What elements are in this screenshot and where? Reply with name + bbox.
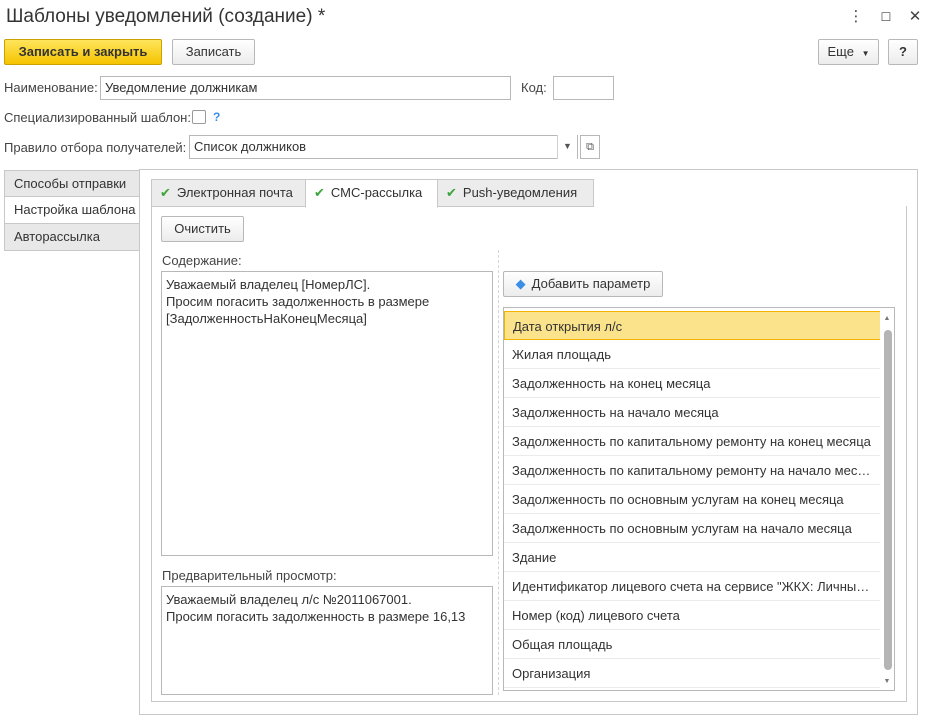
scroll-thumb[interactable]	[884, 330, 892, 670]
tab-push-label: Push-уведомления	[462, 185, 578, 200]
specialized-checkbox[interactable]	[192, 110, 206, 124]
list-item[interactable]: Организация	[504, 659, 882, 688]
clear-button[interactable]: Очистить	[161, 216, 244, 242]
more-button-label: Еще	[827, 44, 854, 59]
tab-email-label: Электронная почта	[176, 185, 293, 200]
rule-label: Правило отбора получателей:	[4, 140, 187, 155]
list-item[interactable]: Номер (код) лицевого счета	[504, 601, 882, 630]
code-field[interactable]	[553, 76, 614, 100]
rule-value: Список должников	[194, 139, 307, 154]
preview-text: Уважаемый владелец л/с №2011067001. Прос…	[161, 586, 493, 695]
tab-template-settings[interactable]: Настройка шаблона	[4, 197, 140, 224]
more-actions-icon[interactable]: ⋮	[845, 6, 867, 28]
tab-sending-methods[interactable]: Способы отправки	[4, 170, 140, 197]
list-item[interactable]: Задолженность на конец месяца	[504, 369, 882, 398]
rule-dropdown-icon[interactable]: ▼	[557, 135, 577, 159]
check-icon: ✔	[446, 185, 457, 200]
list-item[interactable]: Задолженность по капитальному ремонту на…	[504, 427, 882, 456]
list-item[interactable]: Задолженность по капитальному ремонту на…	[504, 456, 882, 485]
window-title: Шаблоны уведомлений (создание) *	[6, 6, 326, 27]
list-item[interactable]: Жилая площадь	[504, 340, 882, 369]
help-button[interactable]: ?	[888, 39, 918, 65]
tab-sms-label: СМС-рассылка	[330, 185, 423, 200]
tab-sms[interactable]: ✔ СМС-рассылка	[305, 179, 438, 208]
add-parameter-button[interactable]: ◆ Добавить параметр	[503, 271, 663, 297]
content-textarea[interactable]: Уважаемый владелец [НомерЛС]. Просим пог…	[161, 271, 493, 556]
close-icon[interactable]: ✕	[904, 6, 925, 28]
list-item[interactable]: Идентификатор лицевого счета на сервисе …	[504, 572, 882, 601]
list-item[interactable]: Задолженность на начало месяца	[504, 398, 882, 427]
scroll-down-icon[interactable]: ▼	[881, 676, 893, 688]
left-tabs: Способы отправки Настройка шаблона Автор…	[4, 170, 140, 251]
tab-autosend[interactable]: Авторассылка	[4, 224, 140, 251]
content-label: Содержание:	[162, 253, 242, 268]
check-icon: ✔	[160, 185, 171, 200]
parameters-list[interactable]: Дата открытия л/с Жилая площадь Задолжен…	[503, 307, 895, 691]
arrow-left-icon: ◆	[515, 276, 526, 291]
column-divider	[498, 250, 499, 695]
code-label: Код:	[521, 80, 547, 95]
list-item[interactable]: Здание	[504, 543, 882, 572]
name-field[interactable]: Уведомление должникам	[100, 76, 511, 100]
chevron-down-icon: ▼	[861, 49, 870, 58]
check-icon: ✔	[314, 185, 325, 200]
specialized-help-icon[interactable]: ?	[213, 110, 220, 124]
list-item[interactable]: Дата открытия л/с	[504, 311, 882, 340]
tab-push[interactable]: ✔ Push-уведомления	[437, 179, 594, 207]
specialized-label: Специализированный шаблон:	[4, 110, 191, 125]
more-button[interactable]: Еще ▼	[818, 39, 879, 65]
save-button[interactable]: Записать	[172, 39, 255, 65]
save-and-close-button[interactable]: Записать и закрыть	[4, 39, 162, 65]
maximize-icon[interactable]: ☐	[875, 6, 897, 28]
preview-label: Предварительный просмотр:	[162, 568, 337, 583]
open-icon[interactable]: ⧉	[580, 135, 600, 159]
tab-email[interactable]: ✔ Электронная почта	[151, 179, 306, 207]
list-item[interactable]: Задолженность по основным услугам на нач…	[504, 514, 882, 543]
list-item[interactable]: Задолженность по основным услугам на кон…	[504, 485, 882, 514]
rule-field[interactable]: Список должников	[189, 135, 578, 159]
list-item[interactable]: Общая площадь	[504, 630, 882, 659]
add-parameter-label: Добавить параметр	[531, 276, 651, 291]
name-label: Наименование:	[4, 80, 98, 95]
scroll-up-icon[interactable]: ▲	[881, 313, 893, 325]
